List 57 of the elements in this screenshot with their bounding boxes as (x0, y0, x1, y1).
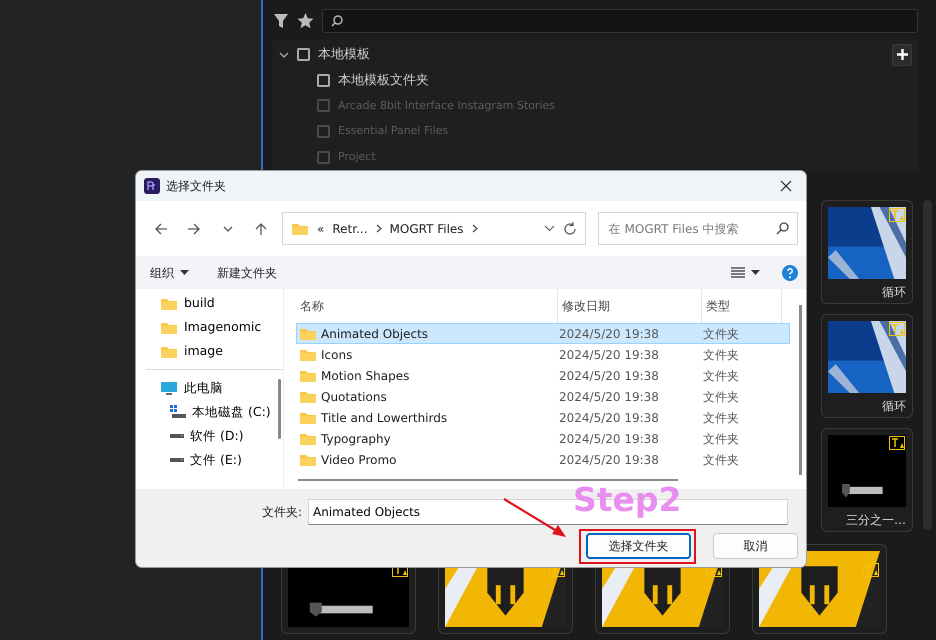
file-row[interactable]: Video Promo 2024/5/20 19:38 文件夹 (296, 449, 790, 470)
cancel-button[interactable]: 取消 (713, 533, 798, 559)
nav-item[interactable]: 本地磁盘 (C:) (160, 400, 283, 424)
tree-item-label: Project (338, 148, 376, 165)
file-name: Video Promo (321, 452, 397, 468)
file-type: 文件夹 (703, 410, 739, 426)
file-date: 2024/5/20 19:38 (559, 346, 660, 364)
file-type: 文件夹 (703, 326, 739, 342)
nav-item[interactable]: Imagenomic (160, 315, 283, 339)
file-date: 2024/5/20 19:38 (559, 326, 660, 342)
file-name: Quotations (321, 388, 387, 406)
file-name: Motion Shapes (321, 368, 410, 384)
field-label: 文件夹: (262, 504, 302, 521)
file-name: Title and Lowerthirds (321, 410, 448, 426)
template-card[interactable]: 三分之一… (821, 428, 913, 532)
tree-item-label: Arcade 8bit Interface Instagram Stories (338, 98, 555, 114)
breadcrumb[interactable]: MOGRT Files (390, 220, 464, 238)
nav-item[interactable]: build (160, 291, 283, 315)
file-row[interactable]: Motion Shapes 2024/5/20 19:38 文件夹 (296, 365, 790, 386)
tree-item-label: Essential Panel Files (338, 123, 448, 140)
file-name: Icons (321, 346, 352, 364)
template-card[interactable]: 循环 (821, 200, 913, 304)
nav-item[interactable]: 软件 (D:) (160, 424, 283, 448)
file-row[interactable]: Title and Lowerthirds 2024/5/20 19:38 文件夹 (296, 407, 790, 428)
template-label: 三分之一… (845, 512, 906, 529)
tree-item-label[interactable]: 本地模板 (318, 45, 370, 65)
select-folder-button[interactable]: 选择文件夹 (586, 533, 691, 559)
file-date: 2024/5/20 19:38 (559, 368, 660, 384)
file-type: 文件夹 (703, 452, 739, 468)
file-type: 文件夹 (703, 430, 739, 448)
nav-item[interactable]: 文件 (E:) (160, 448, 283, 472)
file-row[interactable]: Quotations 2024/5/20 19:38 文件夹 (296, 386, 790, 407)
template-label: 循环 (881, 284, 906, 301)
search-input[interactable]: 在 MOGRT Files 中搜索 (606, 218, 776, 238)
dialog-title: 选择文件夹 (166, 178, 226, 195)
address-bar[interactable]: « Retr... MOGRT Files (282, 212, 586, 245)
file-date: 2024/5/20 19:38 (559, 388, 660, 406)
organize-button[interactable]: 组织 (144, 262, 195, 284)
file-row[interactable]: Typography 2024/5/20 19:38 文件夹 (296, 428, 790, 449)
template-label: 循环 (881, 398, 906, 415)
nav-item[interactable]: image (160, 339, 283, 363)
file-type: 文件夹 (703, 346, 739, 364)
file-type: 文件夹 (703, 388, 739, 406)
tree-item-label[interactable]: 本地模板文件夹 (338, 70, 429, 90)
nav-item[interactable]: 此电脑 (160, 376, 283, 400)
template-card[interactable]: 循环 (821, 314, 913, 418)
new-folder-button[interactable]: 新建文件夹 (211, 262, 283, 284)
file-date: 2024/5/20 19:38 (559, 430, 660, 448)
file-name: Typography (321, 430, 391, 448)
file-row[interactable]: Animated Objects 2024/5/20 19:38 文件夹 (296, 323, 790, 344)
file-type: 文件夹 (703, 368, 739, 384)
breadcrumb[interactable]: Retr... (332, 220, 368, 238)
file-date: 2024/5/20 19:38 (559, 452, 660, 468)
file-date: 2024/5/20 19:38 (559, 410, 660, 426)
file-name: Animated Objects (321, 326, 428, 342)
breadcrumb-overflow[interactable]: « (317, 220, 324, 238)
file-row[interactable]: Icons 2024/5/20 19:38 文件夹 (296, 344, 790, 365)
